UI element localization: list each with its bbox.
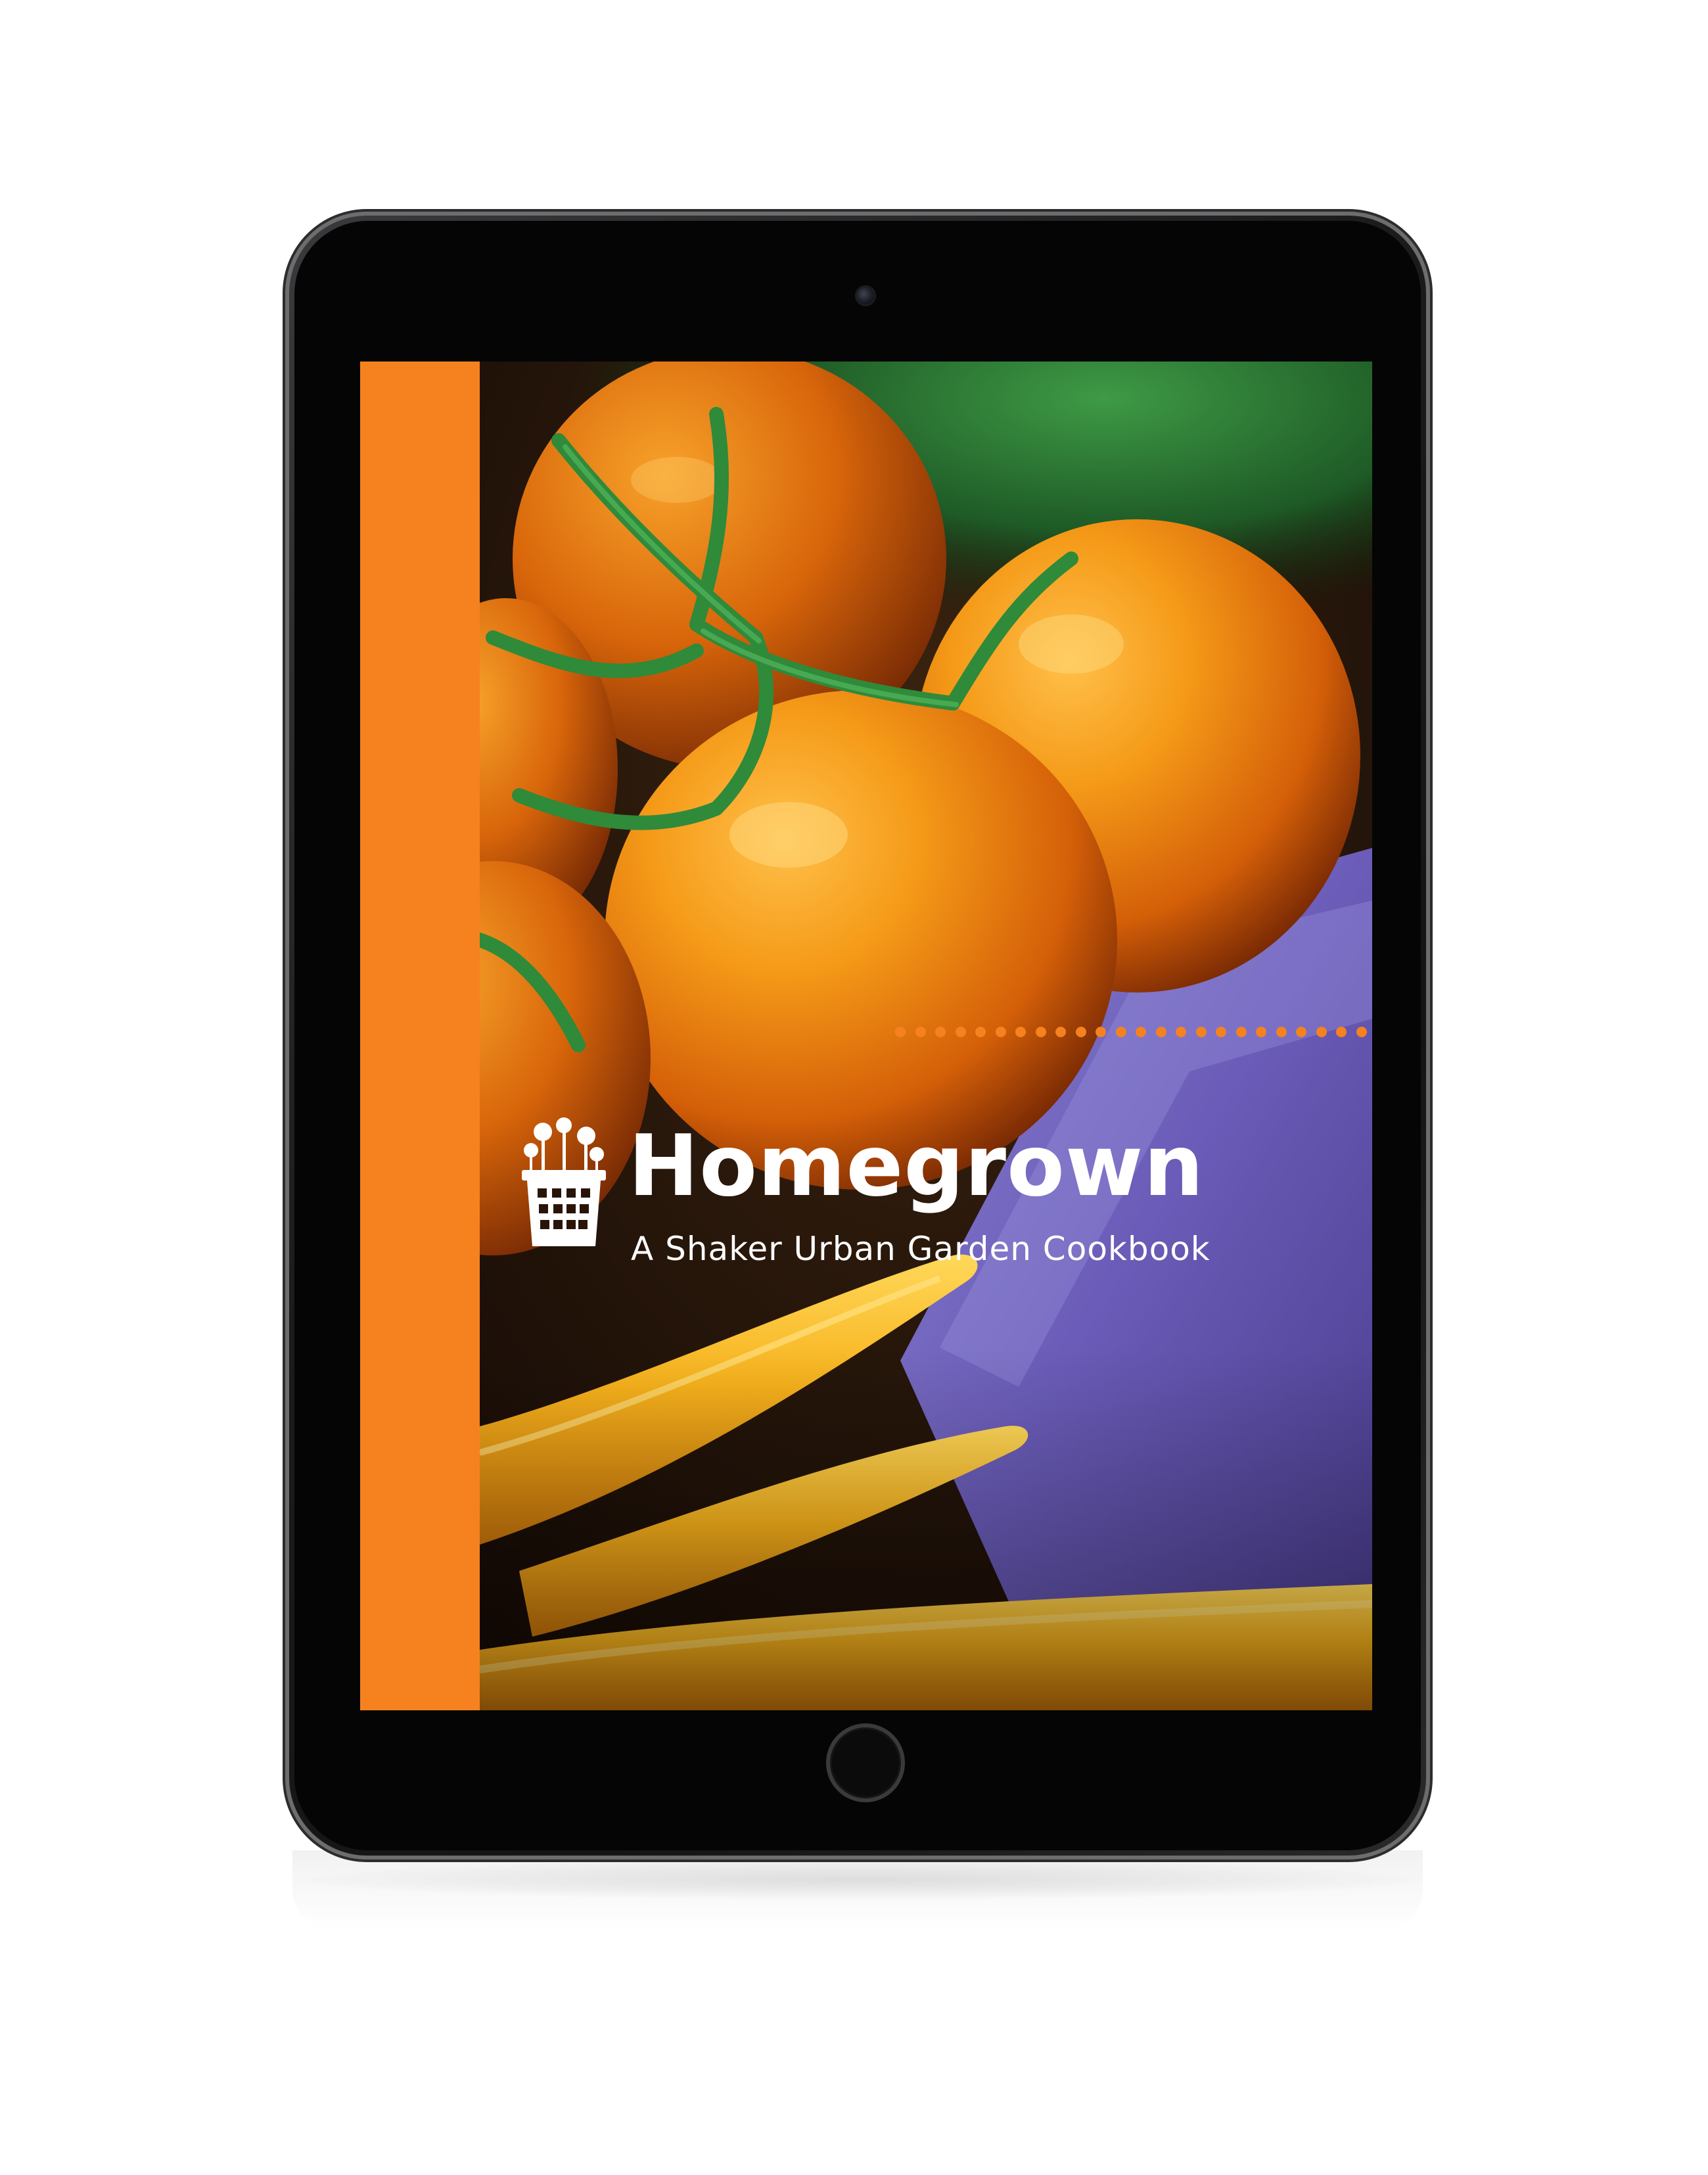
divider-dot (1075, 1027, 1086, 1037)
divider-dot (895, 1027, 906, 1037)
tablet-shadow (309, 1860, 1413, 1900)
home-button[interactable] (826, 1723, 905, 1802)
book-title: Homegrown (628, 1117, 1205, 1215)
divider-dot (1096, 1027, 1106, 1037)
title-block: Homegrown A Shaker Urban Garden Cookbook (518, 1117, 1339, 1288)
mockup-stage: Homegrown A Shaker Urban Garden Cookbook (0, 0, 1708, 2175)
divider-dot (1136, 1027, 1146, 1037)
camera-icon (857, 287, 874, 304)
book-subtitle: A Shaker Urban Garden Cookbook (631, 1230, 1211, 1268)
tablet-screen: Homegrown A Shaker Urban Garden Cookbook (360, 362, 1372, 1710)
divider-dot (935, 1027, 946, 1037)
divider-dot (1035, 1027, 1046, 1037)
divider-dot (1235, 1027, 1247, 1037)
divider-dot (1176, 1027, 1186, 1037)
cover-photo: Homegrown A Shaker Urban Garden Cookbook (480, 362, 1372, 1710)
divider-dot (1316, 1027, 1327, 1037)
divider-dot (1216, 1027, 1226, 1037)
divider-dot (1296, 1027, 1306, 1037)
divider-dot (1276, 1027, 1287, 1037)
divider-dot (1015, 1027, 1026, 1037)
divider-dot (1155, 1027, 1166, 1037)
divider-dot (915, 1027, 926, 1037)
divider-dot (955, 1027, 966, 1037)
divider-dot (1336, 1027, 1347, 1037)
flower-pot-building-icon (522, 1117, 606, 1246)
divider-dot (975, 1027, 986, 1037)
divider-dot (1115, 1027, 1126, 1037)
divider-dot (995, 1027, 1006, 1037)
divider-dot (1256, 1027, 1266, 1037)
cover-spine-stripe (360, 362, 480, 1710)
divider-dot (1055, 1027, 1066, 1037)
divider-dot (1195, 1027, 1207, 1037)
divider-dot (1356, 1027, 1367, 1037)
dotted-divider (895, 1027, 1372, 1040)
